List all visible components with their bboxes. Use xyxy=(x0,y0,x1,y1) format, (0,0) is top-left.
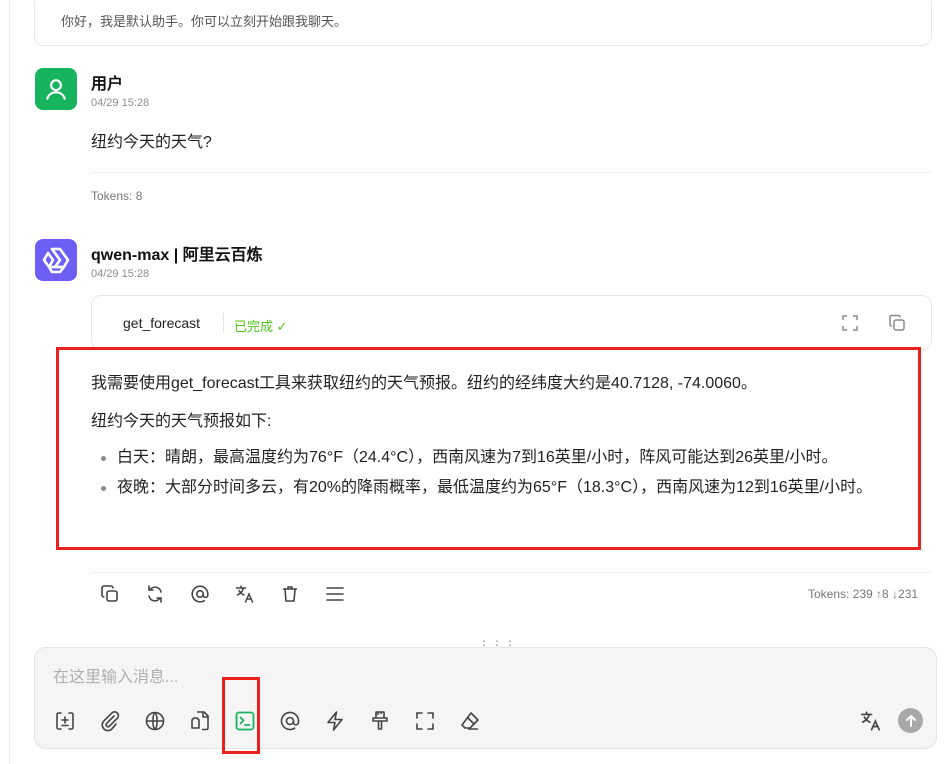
web-search-icon[interactable] xyxy=(144,709,189,733)
menu-icon[interactable] xyxy=(324,583,369,605)
tool-call-status: 已完成 ✓ xyxy=(234,319,288,334)
message-input[interactable] xyxy=(53,666,913,690)
tool-call-name: get_forecast xyxy=(123,315,201,331)
user-avatar xyxy=(35,68,77,110)
fullscreen-icon[interactable] xyxy=(414,709,459,733)
clear-icon[interactable] xyxy=(459,709,504,733)
regenerate-icon[interactable] xyxy=(144,583,189,605)
user-token-count: Tokens: 8 xyxy=(91,189,143,203)
assistant-token-count: Tokens: 239 ↑8 ↓231 xyxy=(808,587,919,601)
message-composer xyxy=(34,647,937,749)
mention-model-icon[interactable] xyxy=(279,709,324,733)
translate-icon[interactable] xyxy=(234,583,279,605)
attachment-icon[interactable] xyxy=(99,709,144,733)
assistant-avatar xyxy=(35,239,77,281)
answer-paragraph: 我需要使用get_forecast工具来获取纽约的天气预报。纽约的经纬度大约是4… xyxy=(91,375,757,392)
user-icon xyxy=(46,79,66,100)
add-context-icon[interactable] xyxy=(54,709,99,733)
qwen-logo-icon xyxy=(42,247,70,274)
forecast-list: 白天：晴朗，最高温度约为76°F（24.4°C），西南风速为7到16英里/小时，… xyxy=(91,446,921,500)
composer-toolbar xyxy=(54,709,504,733)
expand-icon[interactable] xyxy=(840,313,860,333)
left-divider xyxy=(9,0,10,764)
tool-call-separator xyxy=(223,313,224,333)
message-action-bar xyxy=(99,583,369,605)
copy-tool-result-icon[interactable] xyxy=(887,313,907,333)
user-message-text: 纽约今天的天气? xyxy=(91,134,212,151)
user-message-time: 04/29 15:28 xyxy=(91,97,150,109)
answer-paragraph: 纽约今天的天气预报如下: xyxy=(91,413,272,430)
previous-message-text: 你好，我是默认助手。你可以立刻开始跟我聊天。 xyxy=(61,14,348,29)
message-divider xyxy=(91,172,932,173)
tool-call-card[interactable]: get_forecast 已完成 ✓ xyxy=(91,295,932,350)
forecast-day-item: 白天：晴朗，最高温度约为76°F（24.4°C），西南风速为7到16英里/小时，… xyxy=(91,446,921,470)
mention-icon[interactable] xyxy=(189,583,234,605)
arrow-up-icon xyxy=(905,714,916,727)
copy-icon[interactable] xyxy=(99,583,144,605)
delete-icon[interactable] xyxy=(279,583,324,605)
previous-message-bubble: 你好，我是默认助手。你可以立刻开始跟我聊天。 xyxy=(34,0,932,46)
assistant-answer: 我需要使用get_forecast工具来获取纽约的天气预报。纽约的经纬度大约是4… xyxy=(91,372,921,506)
quick-phrase-icon[interactable] xyxy=(324,709,369,733)
user-author-name: 用户 xyxy=(91,76,124,93)
send-button[interactable] xyxy=(898,708,923,733)
translate-input-icon[interactable] xyxy=(859,709,883,733)
clear-style-icon[interactable] xyxy=(369,709,414,733)
assistant-message-time: 04/29 15:28 xyxy=(91,268,150,280)
message-divider xyxy=(91,572,932,573)
forecast-night-item: 夜晚：大部分时间多云，有20%的降雨概率，最低温度约为65°F（18.3°C），… xyxy=(91,476,921,500)
mcp-button-highlight-box xyxy=(222,677,260,754)
assistant-author-name: qwen-max | 阿里云百炼 xyxy=(91,247,263,264)
